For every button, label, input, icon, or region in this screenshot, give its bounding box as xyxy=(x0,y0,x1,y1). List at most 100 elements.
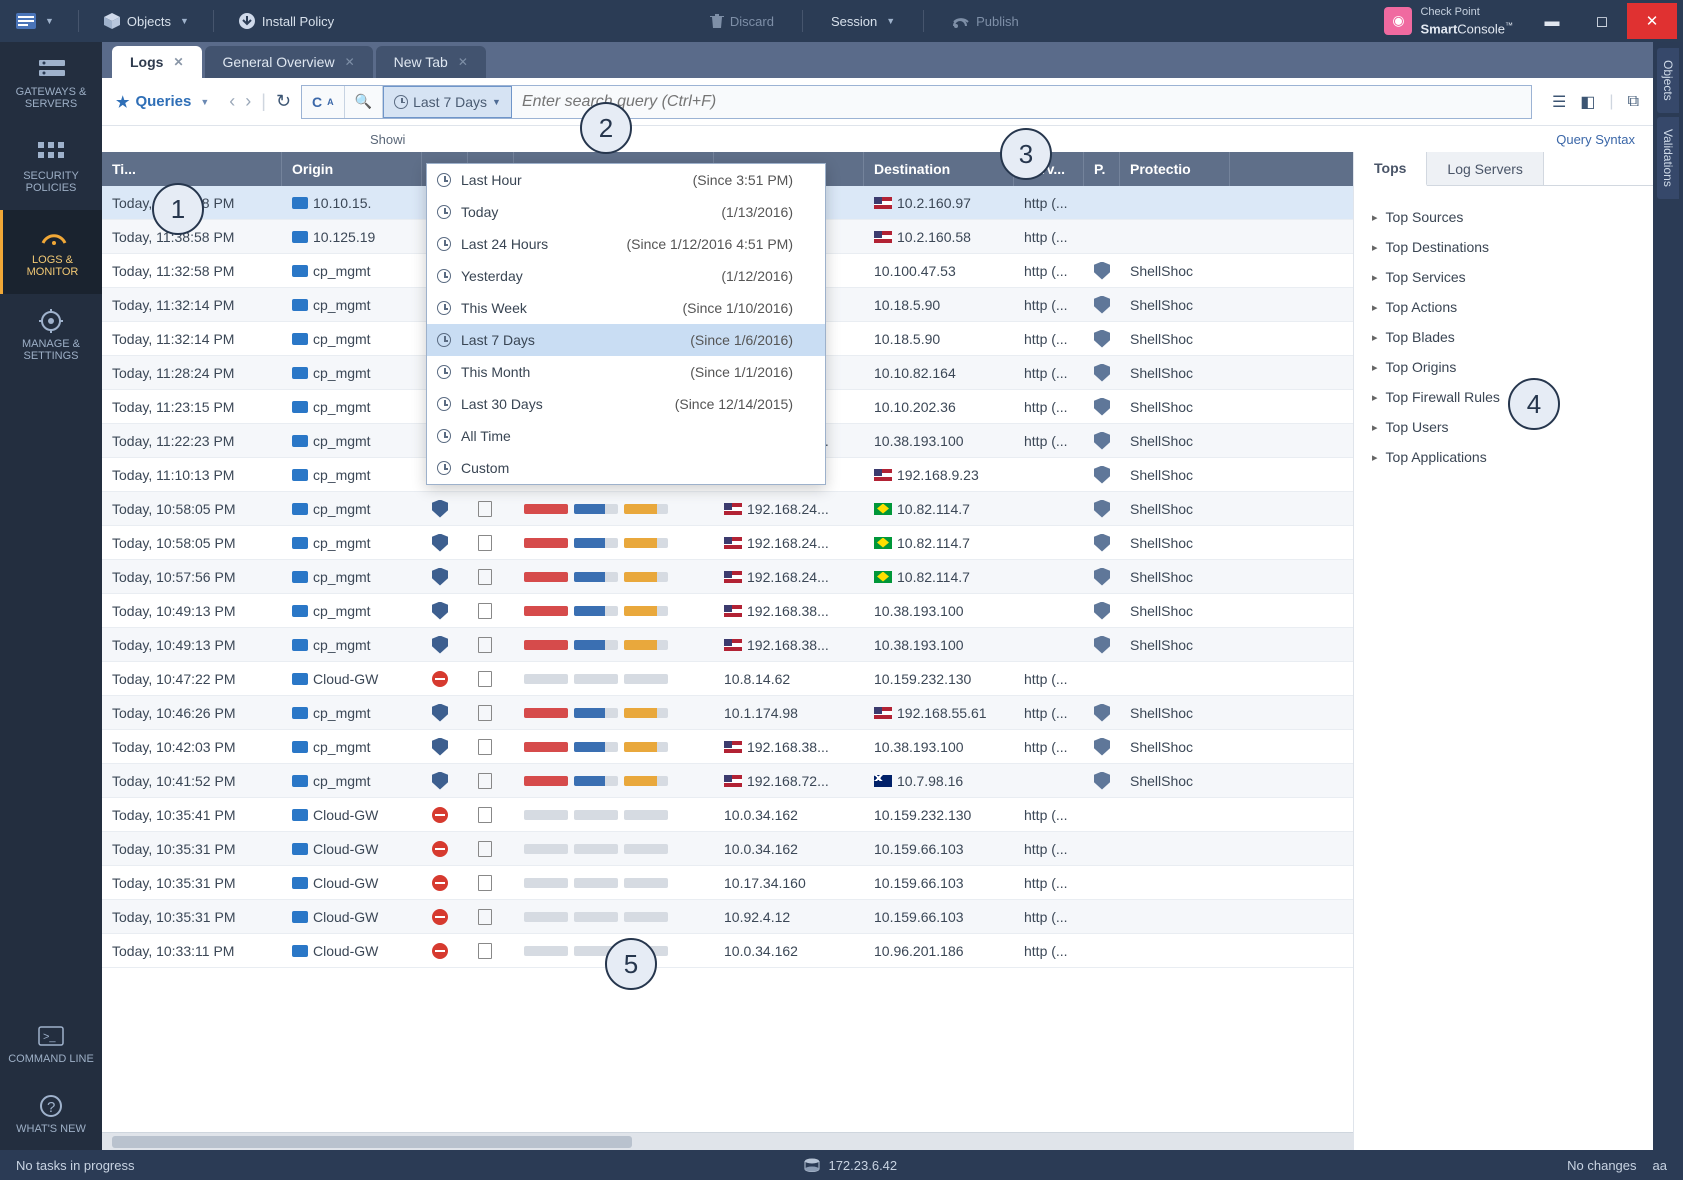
horizontal-scrollbar[interactable] xyxy=(102,1132,1353,1150)
col-time[interactable]: Ti... xyxy=(102,152,282,186)
right-rail-valid[interactable]: Validations xyxy=(1657,117,1679,199)
time-option-yesterday[interactable]: Yesterday (1/12/2016) xyxy=(427,260,825,292)
option-since: (1/13/2016) xyxy=(721,204,793,220)
tab-close-icon[interactable]: ✕ xyxy=(458,55,468,69)
back-button[interactable]: ‹ xyxy=(229,91,235,112)
time-filter-button[interactable]: Last 7 Days ▼ xyxy=(383,86,512,118)
query-syntax-link[interactable]: Query Syntax xyxy=(1556,132,1635,147)
table-row[interactable]: Today, 10:35:31 PMCloud-GW 10.0.34.162 1… xyxy=(102,832,1353,866)
refresh-button[interactable]: ↻ xyxy=(276,91,291,112)
publish-button[interactable]: Publish xyxy=(942,10,1029,33)
discard-button[interactable]: Discard xyxy=(700,9,784,33)
time-option-this-week[interactable]: This Week(Since 1/10/2016) xyxy=(427,292,825,324)
rail-item-policies[interactable]: SECURITY POLICIES xyxy=(0,126,102,210)
col-protection[interactable]: Protectio xyxy=(1120,152,1230,186)
time-option-last-30-days[interactable]: Last 30 Days(Since 12/14/2015) xyxy=(427,388,825,420)
table-row[interactable]: Today, 10:47:22 PMCloud-GW 10.8.14.62 10… xyxy=(102,662,1353,696)
window-minimize-button[interactable]: ▬ xyxy=(1527,3,1577,39)
tab-general-overview[interactable]: General Overview✕ xyxy=(205,46,373,78)
time-filter-label: Last 7 Days xyxy=(413,94,487,110)
queries-button[interactable]: ★ Queries ▼ xyxy=(116,93,209,111)
table-row[interactable]: Today, 10:35:31 PMCloud-GW 10.17.34.160 … xyxy=(102,866,1353,900)
search-icon-button[interactable]: 🔍 xyxy=(345,86,383,118)
right-rail-objects[interactable]: Objects xyxy=(1657,48,1679,113)
stats-tab-log-servers[interactable]: Log Servers xyxy=(1427,152,1543,185)
gateway-icon xyxy=(292,265,308,277)
top-item-top-blades[interactable]: Top Blades xyxy=(1364,322,1643,352)
top-item-top-sources[interactable]: Top Sources xyxy=(1364,202,1643,232)
option-since: (Since 1/1/2016) xyxy=(690,364,793,380)
col-destination[interactable]: Destination xyxy=(864,152,1014,186)
panel-toggle-button[interactable]: ◧ xyxy=(1580,92,1595,112)
forward-button[interactable]: › xyxy=(245,91,251,112)
time-option-today[interactable]: Today(1/13/2016) xyxy=(427,196,825,228)
window-maximize-button[interactable]: ◻ xyxy=(1577,3,1627,39)
cell-p xyxy=(1084,262,1120,280)
table-row[interactable]: Today, 10:42:03 PMcp_mgmt 192.168.38... … xyxy=(102,730,1353,764)
col-origin[interactable]: Origin xyxy=(282,152,422,186)
table-row[interactable]: Today, 10:49:13 PMcp_mgmt 192.168.38... … xyxy=(102,594,1353,628)
window-close-button[interactable]: ✕ xyxy=(1627,3,1677,39)
option-since: (1/12/2016) xyxy=(721,268,793,284)
cell-origin: cp_mgmt xyxy=(282,399,422,415)
app-menu-button[interactable]: ▼ xyxy=(6,9,64,33)
list-view-button[interactable]: ☰ xyxy=(1552,92,1566,112)
time-option-this-month[interactable]: This Month(Since 1/1/2016) xyxy=(427,356,825,388)
table-row[interactable]: Today, 10:49:13 PMcp_mgmt 192.168.38... … xyxy=(102,628,1353,662)
match-case-button[interactable]: CA xyxy=(302,86,345,118)
option-label: Yesterday xyxy=(461,268,523,284)
time-option-last-24-hours[interactable]: Last 24 Hours(Since 1/12/2016 4:51 PM) xyxy=(427,228,825,260)
objects-menu-button[interactable]: Objects ▼ xyxy=(93,8,199,34)
table-row[interactable]: Today, 10:46:26 PMcp_mgmt 10.1.174.98 19… xyxy=(102,696,1353,730)
session-menu-button[interactable]: Session ▼ xyxy=(821,10,905,33)
cell-origin: cp_mgmt xyxy=(282,467,422,483)
tab-close-icon[interactable]: ✕ xyxy=(173,55,183,69)
cmd-icon: >_ xyxy=(37,1025,65,1047)
cell-action xyxy=(468,909,514,925)
scroll-thumb[interactable] xyxy=(112,1136,632,1148)
cell-action xyxy=(468,807,514,823)
cell-source: 10.0.34.162 xyxy=(714,943,864,959)
log-icon xyxy=(478,705,492,721)
table-row[interactable]: Today, 10:57:56 PMcp_mgmt 192.168.24... … xyxy=(102,560,1353,594)
search-input[interactable] xyxy=(512,93,1531,111)
cell-time: Today, 11:32:14 PM xyxy=(102,297,282,313)
tab-close-icon[interactable]: ✕ xyxy=(345,55,355,69)
time-option-custom[interactable]: Custom xyxy=(427,452,825,484)
top-item-top-destinations[interactable]: Top Destinations xyxy=(1364,232,1643,262)
top-item-top-applications[interactable]: Top Applications xyxy=(1364,442,1643,472)
top-item-top-users[interactable]: Top Users xyxy=(1364,412,1643,442)
rail-item-cmd[interactable]: >_COMMAND LINE xyxy=(0,1010,102,1080)
time-option-last-7-days[interactable]: Last 7 Days(Since 1/6/2016) xyxy=(427,324,825,356)
log-icon xyxy=(478,807,492,823)
table-row[interactable]: Today, 10:58:05 PMcp_mgmt 192.168.24... … xyxy=(102,492,1353,526)
cube-icon xyxy=(103,12,121,30)
top-item-top-services[interactable]: Top Services xyxy=(1364,262,1643,292)
table-row[interactable]: Today, 10:35:31 PMCloud-GW 10.92.4.12 10… xyxy=(102,900,1353,934)
time-option-last-hour[interactable]: Last Hour(Since 3:51 PM) xyxy=(427,164,825,196)
table-row[interactable]: Today, 10:35:41 PMCloud-GW 10.0.34.162 1… xyxy=(102,798,1353,832)
tab-new-tab[interactable]: New Tab✕ xyxy=(376,46,486,78)
top-item-top-firewall-rules[interactable]: Top Firewall Rules xyxy=(1364,382,1643,412)
tab-logs[interactable]: Logs✕ xyxy=(112,46,202,78)
cell-action xyxy=(468,637,514,653)
rail-item-logs[interactable]: LOGS & MONITOR xyxy=(0,210,102,294)
table-row[interactable]: Today, 10:41:52 PMcp_mgmt 192.168.72... … xyxy=(102,764,1353,798)
cell-protection: ShellShoc xyxy=(1120,399,1230,415)
stats-tab-tops[interactable]: Tops xyxy=(1354,152,1427,186)
cell-time: Today, 11:10:13 PM xyxy=(102,467,282,483)
log-icon xyxy=(478,569,492,585)
top-item-top-origins[interactable]: Top Origins xyxy=(1364,352,1643,382)
time-option-all-time[interactable]: All Time xyxy=(427,420,825,452)
rail-item-gateways[interactable]: GATEWAYS & SERVERS xyxy=(0,42,102,126)
col-p[interactable]: P. xyxy=(1084,152,1120,186)
rail-item-whatsnew[interactable]: ?WHAT'S NEW xyxy=(0,1080,102,1150)
install-policy-button[interactable]: Install Policy xyxy=(228,8,344,34)
rail-item-manage[interactable]: MANAGE & SETTINGS xyxy=(0,294,102,378)
top-item-top-actions[interactable]: Top Actions xyxy=(1364,292,1643,322)
table-row[interactable]: Today, 10:58:05 PMcp_mgmt 192.168.24... … xyxy=(102,526,1353,560)
popout-button[interactable]: ⧉ xyxy=(1628,93,1639,111)
cell-origin: cp_mgmt xyxy=(282,501,422,517)
col-service[interactable]: Serv... xyxy=(1014,152,1084,186)
table-row[interactable]: Today, 10:33:11 PMCloud-GW 10.0.34.162 1… xyxy=(102,934,1353,968)
